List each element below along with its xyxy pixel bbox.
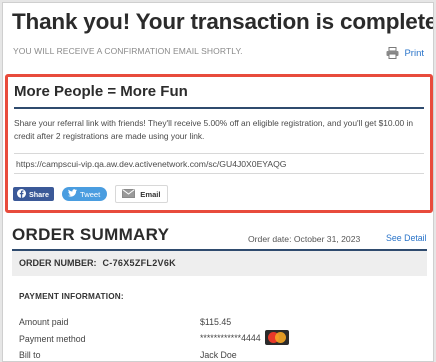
referral-divider <box>14 107 424 109</box>
order-number-value: C-76X5ZFL2V6K <box>102 258 176 268</box>
page-title: Thank you! Your transaction is complete. <box>12 9 434 34</box>
printer-icon <box>386 47 399 59</box>
card-number-masked: ************4444 <box>200 332 261 343</box>
email-share-label: Email <box>140 189 161 199</box>
bill-to-label: Bill to <box>19 350 41 360</box>
facebook-share-button[interactable]: Share <box>13 187 54 201</box>
bill-to-value: Jack Doe <box>200 350 237 360</box>
bill-to-name: Jack Doe <box>200 350 237 360</box>
twitter-tweet-button[interactable]: Tweet <box>61 187 108 201</box>
referral-title: More People = More Fun <box>14 83 188 100</box>
order-summary-title: ORDER SUMMARY <box>12 225 170 244</box>
amount-paid-label: Amount paid <box>19 317 69 327</box>
facebook-icon <box>17 188 26 200</box>
payment-method-label: Payment method <box>19 334 86 344</box>
twitter-bird-icon <box>67 189 77 199</box>
envelope-icon <box>122 188 136 200</box>
amount-paid-value: $115.45 <box>200 317 231 327</box>
referral-description: Share your referral link with friends! T… <box>14 118 414 141</box>
see-detail-link[interactable]: See Detail <box>386 233 427 243</box>
twitter-tweet-label: Tweet <box>79 189 101 199</box>
order-number-label: ORDER NUMBER: <box>19 258 97 268</box>
print-link[interactable]: Print <box>386 47 424 59</box>
mastercard-icon <box>264 330 289 345</box>
confirmation-page: Thank you! Your transaction is complete.… <box>2 2 434 362</box>
referral-link[interactable]: https://campscui-vip.qa.aw.dev.activenet… <box>14 153 424 174</box>
payment-method-value: ************4444 <box>200 330 289 345</box>
confirmation-email-notice: YOU WILL RECEIVE A CONFIRMATION EMAIL SH… <box>13 46 243 56</box>
share-buttons: Share Tweet Email <box>13 185 168 203</box>
print-label: Print <box>404 47 424 59</box>
email-share-button[interactable]: Email <box>115 185 168 203</box>
facebook-share-label: Share <box>29 189 49 199</box>
amount-paid-text: $115.45 <box>200 317 232 327</box>
order-date: Order date: October 31, 2023 <box>248 234 361 244</box>
referral-panel: More People = More Fun Share your referr… <box>5 74 433 213</box>
payment-information-heading: PAYMENT INFORMATION: <box>19 292 124 301</box>
order-number-bar: ORDER NUMBER: C-76X5ZFL2V6K <box>12 251 427 276</box>
